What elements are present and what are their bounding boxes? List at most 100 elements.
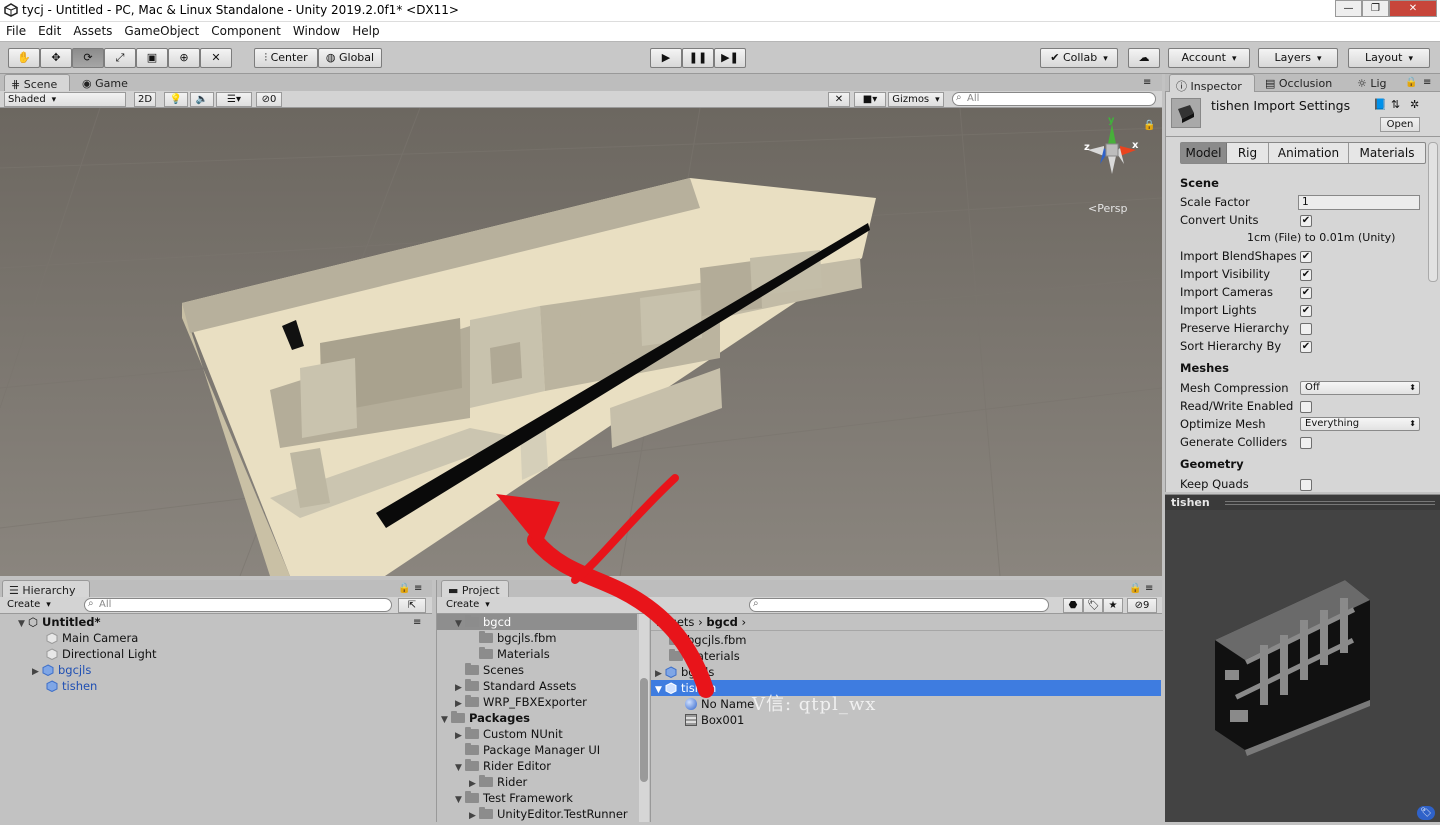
tree-item-standard-assets[interactable]: ▶ Standard Assets: [455, 678, 576, 694]
close-button[interactable]: ✕: [1389, 0, 1437, 17]
tree-item-rider[interactable]: ▶ Rider: [469, 774, 527, 790]
menu-component[interactable]: Component: [205, 22, 287, 38]
tree-item-bgcjls-fbm[interactable]: bgcjls.fbm: [479, 630, 557, 646]
file-item-tishen[interactable]: ▼ tishen: [655, 680, 716, 696]
file-item-materials[interactable]: Materials: [669, 648, 740, 664]
tab-occlusion[interactable]: ▤ Occlusion: [1259, 74, 1349, 92]
hierarchy-search-input[interactable]: All: [84, 598, 392, 612]
hidden-objects-toggle[interactable]: ⊘0: [256, 92, 282, 107]
lighting-toggle-icon[interactable]: 💡: [164, 92, 188, 107]
convert-units-checkbox[interactable]: ✔: [1300, 215, 1312, 227]
sort-hierarchy-checkbox[interactable]: ✔: [1300, 341, 1312, 353]
preview-drag-handle[interactable]: [1225, 501, 1435, 505]
optimize-mesh-dropdown[interactable]: Everything: [1300, 417, 1420, 431]
tree-item-testrunner[interactable]: ▶ UnityEditor.TestRunner: [469, 806, 628, 822]
project-lock-icon[interactable]: 🔒: [1129, 583, 1141, 594]
hierarchy-menu-icon[interactable]: ≡: [414, 583, 422, 594]
gizmos-dropdown[interactable]: Gizmos: [888, 92, 944, 107]
file-item-box001[interactable]: Box001: [685, 712, 744, 728]
move-tool-icon[interactable]: ✥: [40, 48, 72, 68]
preview-viewport[interactable]: 🏷: [1165, 510, 1440, 822]
scale-tool-icon[interactable]: ⤢: [104, 48, 136, 68]
minimize-button[interactable]: —: [1335, 0, 1362, 17]
file-item-bgcjls-fbm[interactable]: bgcjls.fbm: [669, 632, 747, 648]
play-button[interactable]: ▶: [650, 48, 682, 68]
inspector-lock-icon[interactable]: 🔒: [1405, 77, 1417, 88]
rotate-tool-icon[interactable]: ⟳: [72, 48, 104, 68]
transform-tool-icon[interactable]: ⊕: [168, 48, 200, 68]
layers-dropdown[interactable]: Layers: [1258, 48, 1338, 68]
scene-root-item[interactable]: ▼ ⬡ Untitled*: [18, 614, 101, 630]
scene-tools-icon[interactable]: ✕: [828, 92, 850, 107]
tab-inspector[interactable]: ⓘ Inspector: [1169, 74, 1255, 93]
import-lights-checkbox[interactable]: ✔: [1300, 305, 1312, 317]
project-menu-icon[interactable]: ≡: [1145, 583, 1153, 594]
tree-item-materials[interactable]: Materials: [479, 646, 550, 662]
hierarchy-item-bgcjls[interactable]: ▶ bgcjls: [32, 662, 91, 678]
audio-toggle-icon[interactable]: 🔈: [190, 92, 214, 107]
generate-colliders-checkbox[interactable]: [1300, 437, 1312, 449]
breadcrumb-bgcd[interactable]: bgcd: [706, 615, 738, 629]
project-create-dropdown[interactable]: Create: [443, 598, 503, 613]
scene-search-input[interactable]: All: [952, 92, 1156, 106]
account-dropdown[interactable]: Account: [1168, 48, 1250, 68]
breadcrumb-assets[interactable]: Assets: [657, 615, 694, 629]
scene-viewport[interactable]: y z x <Persp 🔒: [0, 108, 1162, 576]
menu-file[interactable]: File: [0, 22, 32, 38]
filter-label-icon[interactable]: 🏷: [1083, 598, 1103, 613]
collab-button[interactable]: ✔ Collab: [1040, 48, 1118, 68]
maximize-button[interactable]: ❐: [1362, 0, 1389, 17]
menu-window[interactable]: Window: [287, 22, 346, 38]
layout-dropdown[interactable]: Layout: [1348, 48, 1430, 68]
tab-game[interactable]: ◉ Game: [76, 74, 142, 92]
panel-menu-icon[interactable]: ≡: [1143, 77, 1151, 88]
tab-scene[interactable]: ⋕ Scene: [4, 74, 70, 92]
import-visibility-checkbox[interactable]: ✔: [1300, 269, 1312, 281]
tree-item-custom-nunit[interactable]: ▶ Custom NUnit: [455, 726, 563, 742]
subtab-materials[interactable]: Materials: [1349, 143, 1425, 163]
import-blendshapes-checkbox[interactable]: ✔: [1300, 251, 1312, 263]
tree-item-packages[interactable]: ▼ Packages: [441, 710, 530, 726]
project-search-input[interactable]: [749, 598, 1049, 612]
hidden-packages-toggle[interactable]: ⊘9: [1127, 598, 1157, 613]
tab-lighting[interactable]: ☼ Lig: [1351, 74, 1401, 92]
read-write-checkbox[interactable]: [1300, 401, 1312, 413]
tree-item-package-manager-ui[interactable]: Package Manager UI: [465, 742, 600, 758]
cloud-icon[interactable]: ☁: [1128, 48, 1160, 68]
gear-icon[interactable]: ✲: [1410, 98, 1419, 111]
import-cameras-checkbox[interactable]: ✔: [1300, 287, 1312, 299]
scale-factor-input[interactable]: 1: [1298, 195, 1420, 210]
preview-header[interactable]: tishen: [1165, 494, 1440, 510]
tree-scrollbar-thumb[interactable]: [640, 678, 648, 782]
hierarchy-create-dropdown[interactable]: Create: [4, 598, 74, 613]
hand-tool-icon[interactable]: ✋: [8, 48, 40, 68]
subtab-rig[interactable]: Rig: [1227, 143, 1269, 163]
tree-item-test-framework[interactable]: ▼ Test Framework: [455, 790, 573, 806]
menu-gameobject[interactable]: GameObject: [118, 22, 205, 38]
hierarchy-item-tishen[interactable]: tishen: [46, 678, 97, 694]
tab-hierarchy[interactable]: ☰ Hierarchy: [2, 580, 90, 598]
keep-quads-checkbox[interactable]: [1300, 479, 1312, 491]
open-button[interactable]: Open: [1380, 117, 1420, 132]
filter-type-icon[interactable]: ⬣: [1063, 598, 1083, 613]
persp-label[interactable]: <Persp: [1088, 202, 1127, 215]
menu-edit[interactable]: Edit: [32, 22, 67, 38]
hierarchy-item-directional-light[interactable]: Directional Light: [46, 646, 157, 662]
space-global-button[interactable]: ◍ Global: [318, 48, 382, 68]
hierarchy-item-main-camera[interactable]: Main Camera: [46, 630, 138, 646]
effects-toggle-icon[interactable]: ☰▾: [216, 92, 252, 107]
hierarchy-filter-icon[interactable]: ⇱: [398, 598, 426, 613]
favorite-star-icon[interactable]: ★: [1103, 598, 1123, 613]
pause-button[interactable]: ❚❚: [682, 48, 714, 68]
tree-item-rider-editor[interactable]: ▼ Rider Editor: [455, 758, 551, 774]
tab-project[interactable]: ▬ Project: [441, 580, 509, 598]
tree-item-scenes[interactable]: Scenes: [465, 662, 524, 678]
2d-toggle[interactable]: 2D: [134, 92, 156, 107]
preserve-hierarchy-checkbox[interactable]: [1300, 323, 1312, 335]
tree-scrollbar[interactable]: [639, 614, 649, 822]
file-item-bgcjls[interactable]: ▶ bgcjls: [655, 664, 714, 680]
gizmo-lock-icon[interactable]: 🔒: [1143, 120, 1155, 131]
subtab-animation[interactable]: Animation: [1269, 143, 1349, 163]
mesh-compression-dropdown[interactable]: Off: [1300, 381, 1420, 395]
camera-toggle-icon[interactable]: ■▾: [854, 92, 886, 107]
